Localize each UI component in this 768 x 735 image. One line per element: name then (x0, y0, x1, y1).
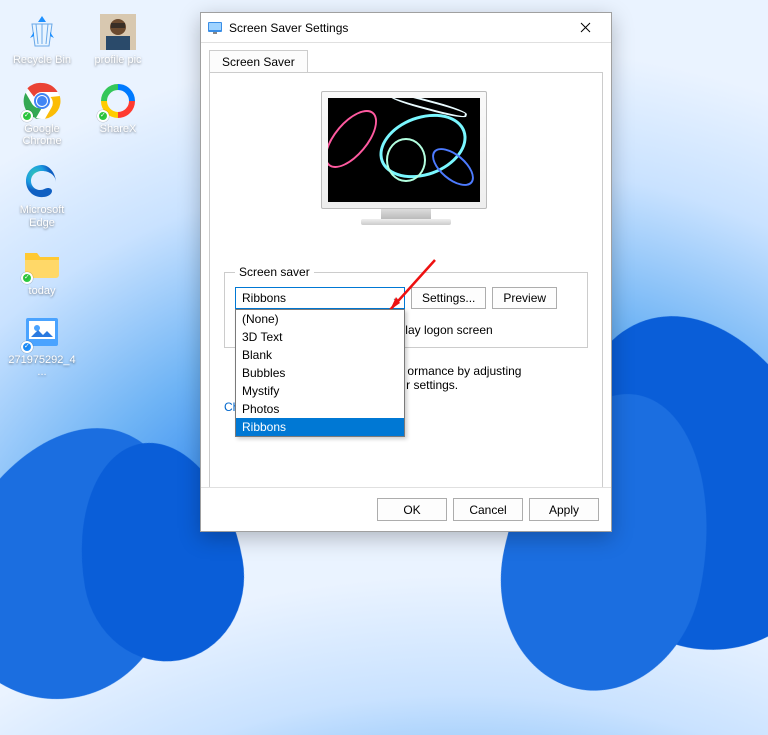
window-title: Screen Saver Settings (229, 21, 565, 35)
edge-icon (22, 162, 62, 202)
desktop: Recycle Bin profile pic Google Chrome Sh… (0, 0, 200, 391)
close-button[interactable] (565, 15, 605, 41)
dialog-footer: OK Cancel Apply (201, 487, 611, 531)
power-text-1: ormance by adjusting (407, 364, 521, 378)
desktop-icon-microsoft-edge[interactable]: Microsoft Edge (6, 158, 78, 233)
preview-monitor (321, 91, 491, 247)
select-box[interactable]: Ribbons ⌄ (235, 287, 405, 309)
titlebar[interactable]: Screen Saver Settings (201, 13, 611, 43)
desktop-icon-profile-pic[interactable]: profile pic (82, 8, 154, 71)
screensaver-select[interactable]: Ribbons ⌄ (None) 3D Text Blank Bubbles M… (235, 287, 405, 309)
icon-label: Recycle Bin (13, 54, 71, 67)
screen-saver-settings-window: Screen Saver Settings Screen Saver (200, 12, 612, 532)
icon-label: profile pic (94, 54, 141, 67)
option-none[interactable]: (None) (236, 310, 404, 328)
desktop-icon-image-file[interactable]: 271975292_4... (6, 308, 78, 383)
tab-strip: Screen Saver (201, 43, 611, 72)
desktop-icon-google-chrome[interactable]: Google Chrome (6, 77, 78, 152)
image-file-icon (22, 312, 62, 352)
desktop-icon-today-folder[interactable]: today (6, 239, 78, 302)
icon-label: ShareX (100, 123, 137, 136)
ok-button[interactable]: OK (377, 498, 447, 521)
tab-page: Screen saver Ribbons ⌄ (None) 3D Text Bl… (209, 72, 603, 502)
chevron-down-icon: ⌄ (392, 293, 400, 304)
window-icon (207, 20, 223, 36)
icon-label: 271975292_4... (7, 354, 77, 379)
icon-label: Microsoft Edge (7, 204, 77, 229)
sharex-icon (98, 81, 138, 121)
option-bubbles[interactable]: Bubbles (236, 364, 404, 382)
settings-button[interactable]: Settings... (411, 287, 486, 309)
option-3d-text[interactable]: 3D Text (236, 328, 404, 346)
desktop-icon-recycle-bin[interactable]: Recycle Bin (6, 8, 78, 71)
tab-screen-saver[interactable]: Screen Saver (209, 50, 308, 73)
close-icon (580, 22, 591, 33)
group-legend: Screen saver (235, 265, 314, 279)
recycle-bin-icon (22, 12, 62, 52)
preview-button[interactable]: Preview (492, 287, 557, 309)
chrome-icon (22, 81, 62, 121)
cancel-button[interactable]: Cancel (453, 498, 523, 521)
option-mystify[interactable]: Mystify (236, 382, 404, 400)
profile-photo-icon (98, 12, 138, 52)
option-blank[interactable]: Blank (236, 346, 404, 364)
option-ribbons[interactable]: Ribbons (236, 418, 404, 436)
icon-label: today (29, 285, 56, 298)
select-dropdown: (None) 3D Text Blank Bubbles Mystify Pho… (235, 309, 405, 437)
folder-icon (22, 243, 62, 283)
desktop-icon-sharex[interactable]: ShareX (82, 77, 154, 152)
apply-button[interactable]: Apply (529, 498, 599, 521)
preview-screen (328, 98, 480, 202)
select-value: Ribbons (242, 291, 286, 305)
option-photos[interactable]: Photos (236, 400, 404, 418)
icon-label: Google Chrome (7, 123, 77, 148)
power-text-2: r settings. (406, 378, 458, 392)
screen-saver-group: Screen saver Ribbons ⌄ (None) 3D Text Bl… (224, 265, 588, 348)
